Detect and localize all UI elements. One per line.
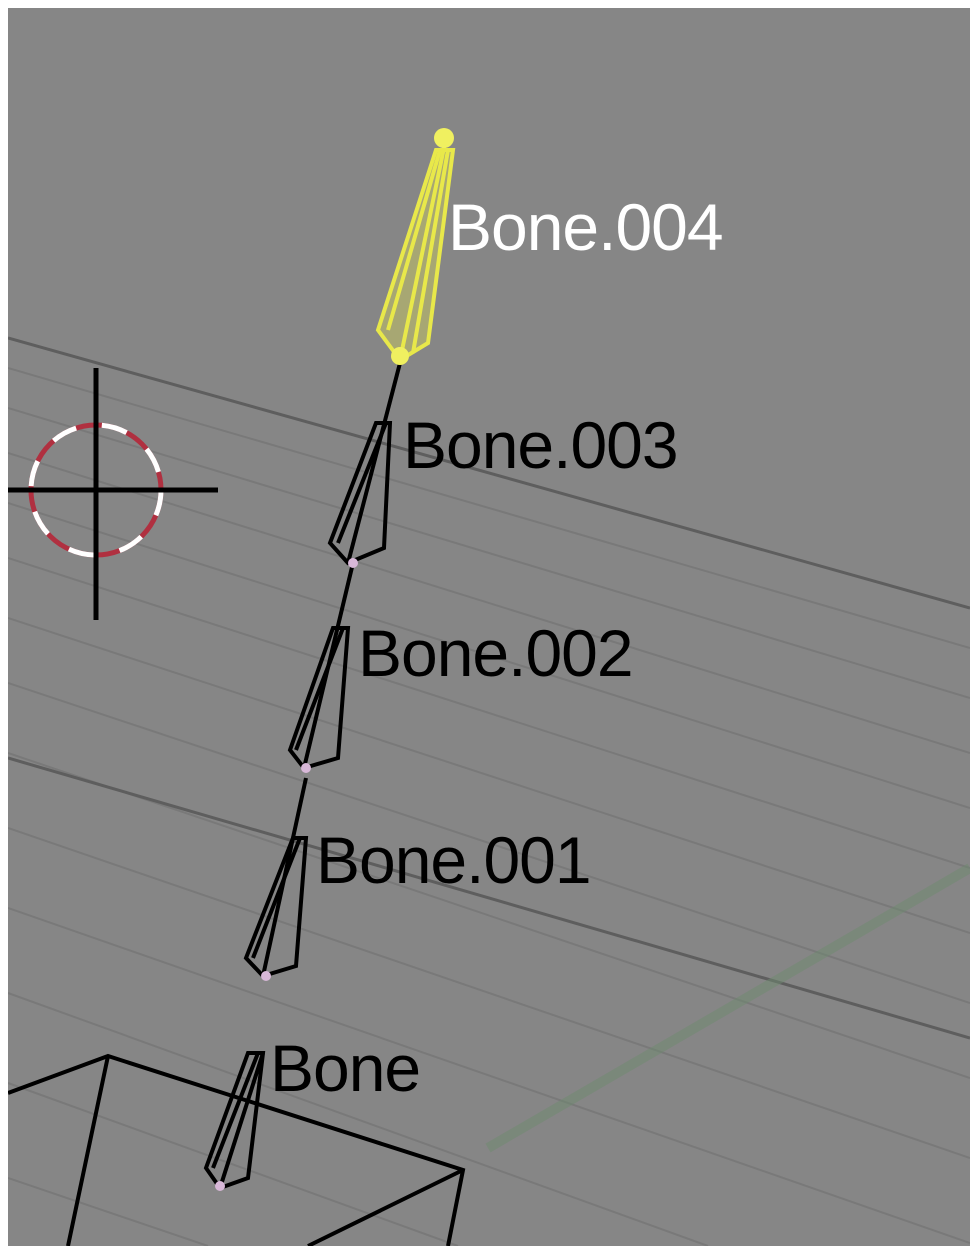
bone-label-root: Bone [270,1031,420,1105]
bone-label-003: Bone.003 [403,408,678,482]
bone-label-002: Bone.002 [358,616,633,690]
viewport-scene[interactable]: Bone.004 Bone.003 Bone.002 Bone.001 Bone [8,8,970,1246]
bone-label-004: Bone.004 [448,190,723,264]
bone-label-001: Bone.001 [316,823,591,897]
3d-viewport[interactable]: Bone.004 Bone.003 Bone.002 Bone.001 Bone [8,8,970,1246]
